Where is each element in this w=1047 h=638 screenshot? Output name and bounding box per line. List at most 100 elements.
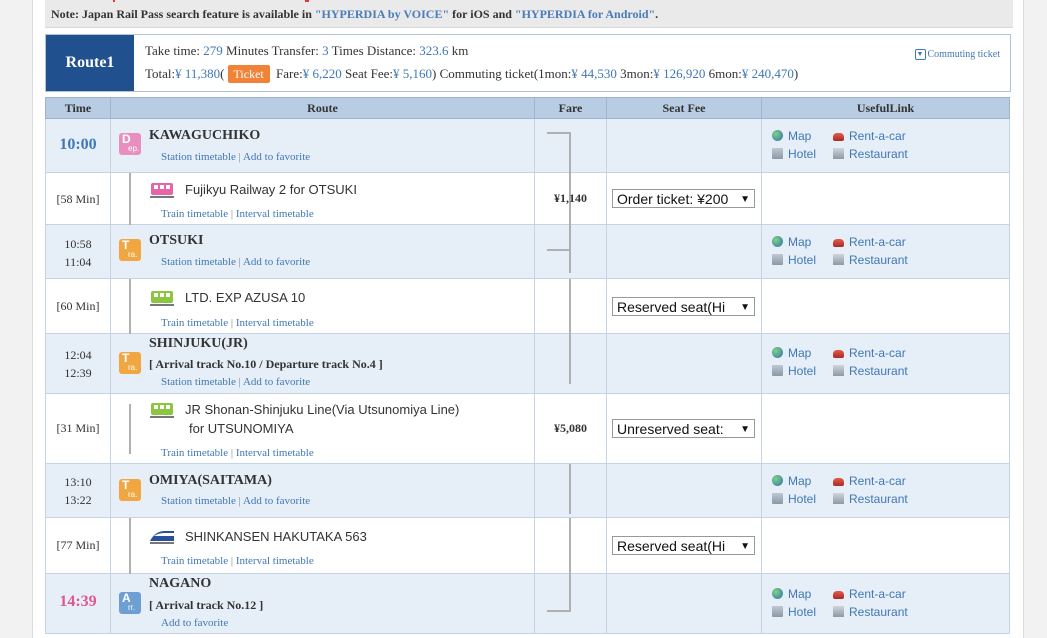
station-name: SHINJUKU(JR) — [149, 336, 248, 351]
car-icon — [833, 350, 844, 358]
commuting-ticket-link[interactable]: ▼ Commuting ticket — [914, 49, 1000, 61]
map-link[interactable]: Map — [772, 474, 811, 488]
take-time-value: 279 — [203, 43, 223, 58]
summary-line-2: Total:¥ 11,380(Ticket Fare:¥ 6,220 Seat … — [145, 65, 799, 83]
commuting-ticket-icon: ▼ — [914, 49, 926, 61]
station-name: NAGANO — [149, 576, 212, 591]
seat-type-select[interactable]: Reserved seat(Hi ▼ — [612, 536, 755, 555]
map-link[interactable]: Map — [772, 129, 811, 143]
page: Note: Japan Rail Pass search feature is … — [32, 0, 1024, 638]
station-timetable-link[interactable]: Station timetable — [161, 376, 236, 388]
hotel-link[interactable]: Hotel — [772, 147, 816, 161]
commuting-1mon-value: ¥ 44,530 — [571, 66, 617, 81]
hotel-icon — [772, 254, 783, 265]
map-link[interactable]: Map — [772, 235, 811, 249]
car-icon — [833, 478, 844, 486]
station-timetable-link[interactable]: Station timetable — [161, 151, 236, 163]
transfer-badge-icon: Tra. — [119, 239, 141, 261]
station-row-nagano: 14:39 Arr. NAGANO [ Arrival track No.12 … — [45, 573, 1010, 634]
ticket-button[interactable]: Ticket — [227, 65, 270, 83]
station-name: OTSUKI — [149, 233, 204, 248]
rent-a-car-link[interactable]: Rent-a-car — [833, 346, 906, 360]
transfer-badge-icon: Tra. — [119, 352, 141, 374]
rent-a-car-link[interactable]: Rent-a-car — [833, 129, 906, 143]
commuting-3mon-value: ¥ 126,920 — [653, 66, 706, 81]
hyperdia-voice-link[interactable]: "HYPERDIA by VOICE" — [315, 7, 449, 21]
add-to-favorite-link[interactable]: Add to favorite — [243, 495, 310, 507]
rent-a-car-link[interactable]: Rent-a-car — [833, 587, 906, 601]
add-to-favorite-link[interactable]: Add to favorite — [243, 376, 310, 388]
note-text-mid: for iOS and — [449, 7, 515, 21]
arrival-badge-icon: Arr. — [119, 592, 141, 614]
station-timetable-link[interactable]: Station timetable — [161, 495, 236, 507]
seat-type-select[interactable]: Order ticket: ¥200 ▼ — [612, 189, 755, 208]
rent-a-car-link[interactable]: Rent-a-car — [833, 474, 906, 488]
restaurant-link[interactable]: Restaurant — [833, 364, 908, 378]
travel-duration: [60 Min] — [56, 299, 100, 313]
note-text: Note: Japan Rail Pass search feature is … — [51, 7, 315, 21]
interval-timetable-link[interactable]: Interval timetable — [236, 317, 314, 329]
hotel-icon — [772, 493, 783, 504]
departure-time: 13:22 — [64, 493, 92, 507]
restaurant-link[interactable]: Restaurant — [833, 492, 908, 506]
globe-icon — [772, 236, 783, 247]
departure-time: 11:04 — [64, 255, 92, 269]
train-timetable-link[interactable]: Train timetable — [161, 555, 228, 567]
train-row-shinkansen: [77 Min] SHINKANSEN HAKUTAKA 563 Train t… — [45, 517, 1010, 574]
header-fare: Fare — [534, 97, 607, 119]
train-timetable-link[interactable]: Train timetable — [161, 208, 228, 220]
interval-timetable-link[interactable]: Interval timetable — [236, 208, 314, 220]
add-to-favorite-link[interactable]: Add to favorite — [243, 151, 310, 163]
station-row-otsuki: 10:58 11:04 Tra. OTSUKI Station timetable… — [45, 224, 1010, 279]
map-link[interactable]: Map — [772, 587, 811, 601]
hotel-link[interactable]: Hotel — [772, 605, 816, 619]
route-label: Route1 — [46, 35, 134, 91]
header-useful-link: UsefulLink — [761, 97, 1010, 119]
arrival-time: 14:39 — [59, 593, 97, 610]
arrival-time: 12:04 — [64, 348, 92, 362]
map-link[interactable]: Map — [772, 346, 811, 360]
departure-time: 12:39 — [64, 366, 92, 380]
arrival-time: 10:58 — [64, 237, 92, 251]
car-icon — [833, 239, 844, 247]
restaurant-icon — [833, 365, 844, 376]
restaurant-link[interactable]: Restaurant — [833, 147, 908, 161]
clipped-red-text — [105, 0, 375, 2]
train-row-fujikyu: [58 Min] Fujikyu Railway 2 for OTSUKI Tr… — [45, 172, 1010, 225]
interval-timetable-link[interactable]: Interval timetable — [236, 447, 314, 459]
interval-timetable-link[interactable]: Interval timetable — [236, 555, 314, 567]
station-timetable-link[interactable]: Station timetable — [161, 256, 236, 268]
seat-type-select[interactable]: Unreserved seat: ▼ — [612, 419, 755, 438]
restaurant-link[interactable]: Restaurant — [833, 605, 908, 619]
globe-icon — [772, 130, 783, 141]
rent-a-car-link[interactable]: Rent-a-car — [833, 235, 906, 249]
restaurant-icon — [833, 606, 844, 617]
summary-line-1: Take time: 279 Minutes Transfer: 3 Times… — [145, 43, 469, 58]
station-row-shinjuku: 12:04 12:39 Tra. SHINJUKU(JR) [ Arrival t… — [45, 333, 1010, 394]
track-info: [ Arrival track No.12 ] — [149, 598, 264, 612]
distance-value: 323.6 — [419, 43, 449, 58]
header-seat-fee: Seat Fee — [606, 97, 762, 119]
hyperdia-android-link[interactable]: "HYPERDIA for Android" — [515, 7, 655, 21]
japan-rail-pass-note: Note: Japan Rail Pass search feature is … — [45, 0, 1013, 28]
seat-type-select[interactable]: Reserved seat(Hi ▼ — [612, 297, 755, 316]
car-icon — [833, 591, 844, 599]
train-timetable-link[interactable]: Train timetable — [161, 317, 228, 329]
dropdown-arrow-icon: ▼ — [740, 541, 750, 552]
add-to-favorite-link[interactable]: Add to favorite — [161, 617, 228, 629]
station-row-kawaguchiko: 10:00 Dep. KAWAGUCHIKO Station timetable… — [45, 118, 1010, 173]
hotel-link[interactable]: Hotel — [772, 492, 816, 506]
station-name: OMIYA(SAITAMA) — [149, 473, 272, 488]
restaurant-link[interactable]: Restaurant — [833, 253, 908, 267]
dropdown-arrow-icon: ▼ — [740, 424, 750, 435]
globe-icon — [772, 475, 783, 486]
train-timetable-link[interactable]: Train timetable — [161, 447, 228, 459]
add-to-favorite-link[interactable]: Add to favorite — [243, 256, 310, 268]
route-table: Time Route Fare Seat Fee UsefulLink 10:0… — [45, 97, 1010, 634]
hotel-link[interactable]: Hotel — [772, 364, 816, 378]
local-train-icon — [150, 403, 174, 418]
hotel-icon — [772, 606, 783, 617]
seat-fee-value: ¥ 5,160 — [392, 66, 432, 81]
hotel-link[interactable]: Hotel — [772, 253, 816, 267]
header-time: Time — [45, 97, 111, 119]
